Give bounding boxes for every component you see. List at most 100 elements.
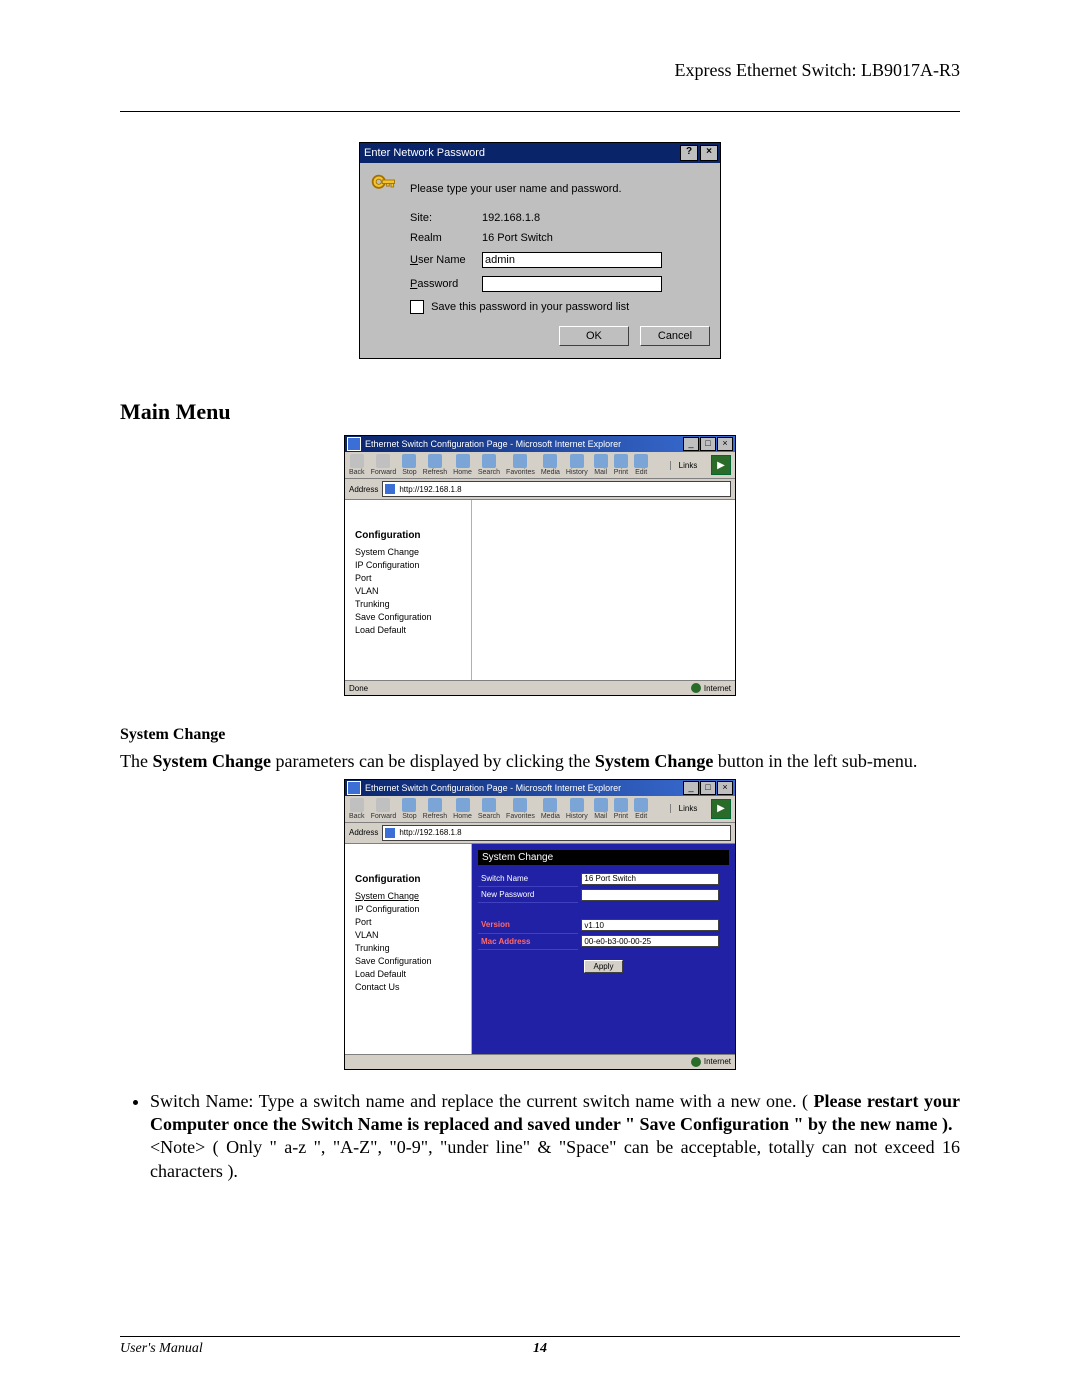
sidebar-item-ip-configuration[interactable]: IP Configuration	[355, 560, 465, 570]
realm-label: Realm	[370, 232, 482, 244]
toolbar-favorites[interactable]: Favorites	[506, 454, 535, 476]
sidebar-item-save-configuration[interactable]: Save Configuration	[355, 612, 465, 622]
close-button[interactable]: ×	[700, 145, 718, 161]
toolbar-edit[interactable]: Edit	[634, 798, 648, 820]
address-input[interactable]: http://192.168.1.8	[382, 481, 731, 497]
sidebar-item-save-configuration[interactable]: Save Configuration	[355, 956, 465, 966]
toolbar-mail[interactable]: Mail	[594, 454, 608, 476]
sidebar-item-system-change[interactable]: System Change	[355, 547, 465, 557]
ie-window-title: Ethernet Switch Configuration Page - Mic…	[365, 439, 682, 449]
status-done: Done	[349, 684, 368, 693]
sidebar-item-port[interactable]: Port	[355, 573, 465, 583]
ie-page-icon	[385, 484, 395, 494]
close-button[interactable]: ×	[717, 437, 733, 451]
system-change-figure: Ethernet Switch Configuration Page - Mic…	[120, 779, 960, 1070]
minimize-button[interactable]: _	[683, 781, 699, 795]
go-button-icon[interactable]: ▶	[711, 455, 731, 475]
sidebar-item-trunking[interactable]: Trunking	[355, 599, 465, 609]
sidebar-item-system-change[interactable]: System Change	[355, 891, 465, 901]
ie-address-bar: Address http://192.168.1.8	[345, 479, 735, 500]
password-dialog: Enter Network Password ? × P	[359, 142, 721, 359]
toolbar-media[interactable]: Media	[541, 454, 560, 476]
site-value: 192.168.1.8	[482, 212, 710, 224]
toolbar-stop[interactable]: Stop	[402, 454, 416, 476]
toolbar-stop[interactable]: Stop	[402, 798, 416, 820]
toolbar-history[interactable]: History	[566, 454, 588, 476]
toolbar-search[interactable]: Search	[478, 798, 500, 820]
switch-name-label: Switch Name	[478, 871, 578, 887]
sidebar-item-contact-us[interactable]: Contact Us	[355, 982, 465, 992]
mac-address-label: Mac Address	[478, 933, 578, 949]
apply-button[interactable]: Apply	[584, 960, 622, 973]
ie-main-panel	[472, 500, 735, 680]
dialog-title: Enter Network Password	[364, 147, 678, 159]
new-password-input[interactable]	[581, 889, 718, 901]
switch-name-input[interactable]	[581, 873, 718, 885]
config-heading: Configuration	[355, 874, 465, 885]
sidebar-item-trunking[interactable]: Trunking	[355, 943, 465, 953]
help-button[interactable]: ?	[680, 145, 698, 161]
footer-manual-label: User's Manual	[120, 1341, 533, 1357]
maximize-button[interactable]: □	[700, 437, 716, 451]
internet-zone-icon	[691, 1057, 701, 1067]
toolbar-back[interactable]: Back	[349, 798, 365, 820]
cancel-button[interactable]: Cancel	[640, 326, 710, 346]
password-input[interactable]	[482, 276, 662, 292]
toolbar-favorites[interactable]: Favorites	[506, 798, 535, 820]
toolbar-mail[interactable]: Mail	[594, 798, 608, 820]
status-zone: Internet	[704, 684, 731, 693]
toolbar-home[interactable]: Home	[453, 454, 472, 476]
address-value: http://192.168.1.8	[399, 828, 461, 837]
mac-address-value	[581, 935, 718, 947]
toolbar-search[interactable]: Search	[478, 454, 500, 476]
password-dialog-figure: Enter Network Password ? × P	[120, 142, 960, 359]
close-button[interactable]: ×	[717, 781, 733, 795]
config-sidebar: Configuration System Change IP Configura…	[345, 500, 472, 680]
sidebar-item-port[interactable]: Port	[355, 917, 465, 927]
toolbar-links[interactable]: Links	[670, 461, 705, 470]
switch-name-bullet-list: Switch Name: Type a switch name and repl…	[150, 1090, 960, 1184]
version-value	[581, 919, 718, 931]
go-button-icon[interactable]: ▶	[711, 799, 731, 819]
ie-window-system-change: Ethernet Switch Configuration Page - Mic…	[344, 779, 736, 1070]
toolbar-forward[interactable]: Forward	[371, 798, 397, 820]
ie-titlebar: Ethernet Switch Configuration Page - Mic…	[345, 436, 735, 452]
ok-button[interactable]: OK	[559, 326, 629, 346]
page-footer: User's Manual 14	[120, 1336, 960, 1357]
username-input[interactable]	[482, 252, 662, 268]
ie-favicon-icon	[347, 437, 361, 451]
sidebar-item-load-default[interactable]: Load Default	[355, 625, 465, 635]
maximize-button[interactable]: □	[700, 781, 716, 795]
system-change-paragraph: The System Change parameters can be disp…	[120, 750, 960, 773]
sidebar-item-vlan[interactable]: VLAN	[355, 586, 465, 596]
toolbar-edit[interactable]: Edit	[634, 454, 648, 476]
toolbar-back[interactable]: Back	[349, 454, 365, 476]
dialog-prompt: Please type your user name and password.	[402, 183, 622, 195]
ie-statusbar: Done Internet	[345, 680, 735, 695]
toolbar-print[interactable]: Print	[614, 454, 628, 476]
toolbar-links[interactable]: Links	[670, 804, 705, 813]
ie-titlebar: Ethernet Switch Configuration Page - Mic…	[345, 780, 735, 796]
toolbar-refresh[interactable]: Refresh	[423, 798, 448, 820]
save-password-row[interactable]: Save this password in your password list	[370, 300, 710, 314]
switch-name-note: <Note> ( Only " a-z ", "A-Z", "0-9", "un…	[150, 1136, 960, 1183]
minimize-button[interactable]: _	[683, 437, 699, 451]
site-label: Site:	[370, 212, 482, 224]
address-label: Address	[349, 828, 378, 837]
toolbar-forward[interactable]: Forward	[371, 454, 397, 476]
ie-statusbar: Internet	[345, 1054, 735, 1069]
ie-window-title: Ethernet Switch Configuration Page - Mic…	[365, 783, 682, 793]
save-password-checkbox[interactable]	[410, 300, 424, 314]
toolbar-home[interactable]: Home	[453, 798, 472, 820]
toolbar-history[interactable]: History	[566, 798, 588, 820]
sidebar-item-ip-configuration[interactable]: IP Configuration	[355, 904, 465, 914]
toolbar-print[interactable]: Print	[614, 798, 628, 820]
toolbar-media[interactable]: Media	[541, 798, 560, 820]
ie-page-icon	[385, 828, 395, 838]
sidebar-item-load-default[interactable]: Load Default	[355, 969, 465, 979]
username-label: User Name	[370, 254, 482, 266]
sidebar-item-vlan[interactable]: VLAN	[355, 930, 465, 940]
config-heading: Configuration	[355, 530, 465, 541]
toolbar-refresh[interactable]: Refresh	[423, 454, 448, 476]
address-input[interactable]: http://192.168.1.8	[382, 825, 731, 841]
